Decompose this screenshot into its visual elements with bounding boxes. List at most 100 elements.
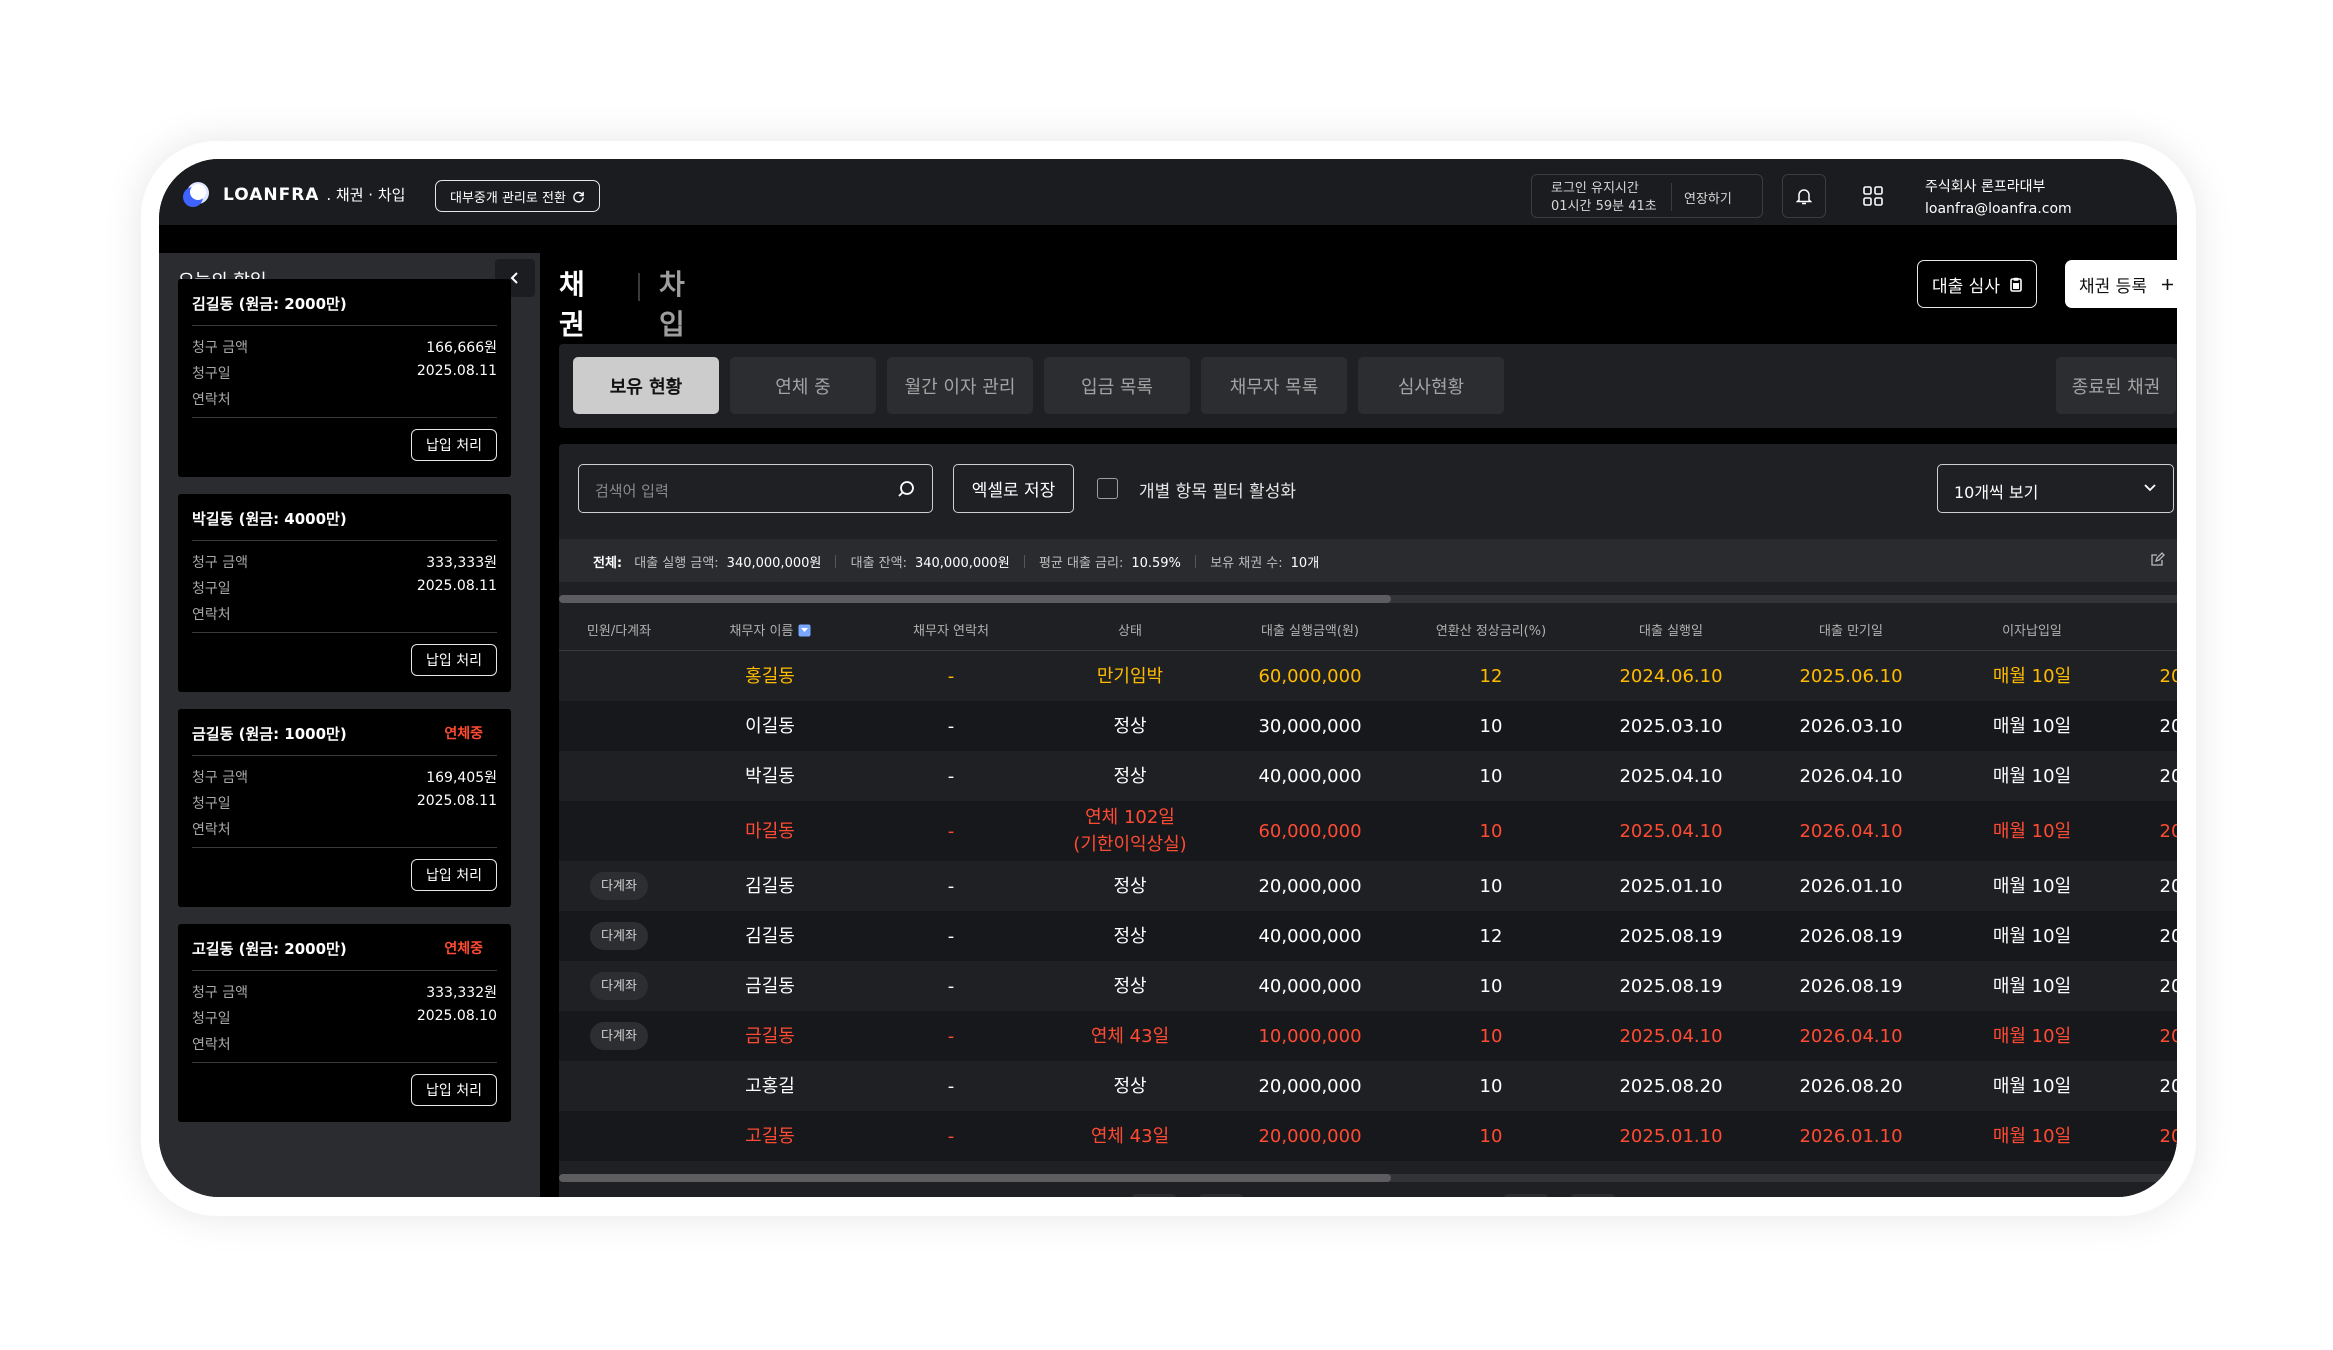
- excel-export-button[interactable]: 엑셀로 저장: [953, 464, 1074, 513]
- table-row[interactable]: 다계좌 김길동 - 정상 20,000,000 10 2025.01.10 2026.01.1…: [559, 861, 2177, 911]
- switch-mode-button[interactable]: 대부중개 관리로 전환: [435, 180, 600, 212]
- pagination-first[interactable]: [1199, 1194, 1243, 1197]
- company-name: 주식회사 론프라대부: [1925, 179, 2046, 195]
- table-row[interactable]: 마길동 - 연체 102일 (기한이익상실) 60,000,000 10 2025.04.1…: [559, 801, 2177, 861]
- card-date: 2025.08.11: [416, 363, 497, 379]
- table-row[interactable]: 다계좌 금길동 - 연체 43일 10,000,000 10 2025.04.10 2026.…: [559, 1011, 2177, 1061]
- loan-status: 만기임박: [1096, 665, 1164, 687]
- maturity-date: 2026.04.10: [1799, 765, 1903, 787]
- col-debtor-contact[interactable]: 채무자 연락처: [871, 620, 1031, 639]
- start-date: 2025.04.10: [1619, 1025, 1723, 1047]
- col-maturity-date[interactable]: 대출 만기일: [1766, 620, 1936, 639]
- table-row[interactable]: 다계좌 김길동 - 정상 40,000,000 12 2025.08.19 2026.08.1…: [559, 911, 2177, 961]
- next-column-cut: 20: [2159, 765, 2177, 787]
- title-borrowing[interactable]: 차입: [659, 263, 685, 343]
- table-scrollbar-bottom[interactable]: [559, 1174, 2177, 1182]
- pagination-next[interactable]: [1571, 1194, 1615, 1197]
- table-row[interactable]: 홍길동 - 만기임박 60,000,000 12 2024.06.10 2025.06.10…: [559, 651, 2177, 701]
- table-row[interactable]: 고홍길 - 정상 20,000,000 10 2025.08.20 2026.08.20 매월…: [559, 1061, 2177, 1111]
- per-page-select[interactable]: 10개씩 보기: [1937, 464, 2174, 513]
- payment-process-button[interactable]: 납입 처리: [411, 859, 497, 891]
- apps-grid-icon[interactable]: [1862, 185, 1884, 207]
- col-start-date[interactable]: 대출 실행일: [1586, 620, 1756, 639]
- card-amount: 333,333원: [426, 555, 497, 571]
- payment-process-button[interactable]: 납입 처리: [411, 1074, 497, 1106]
- multi-account-badge[interactable]: 다계좌: [590, 972, 648, 1000]
- search-input[interactable]: 검색어 입력: [578, 464, 933, 513]
- edit-icon[interactable]: [2150, 552, 2165, 567]
- interest-rate: 12: [1479, 925, 1503, 947]
- summary-rate-label: 평균 대출 금리:: [1038, 556, 1124, 571]
- next-column-cut: 20: [2159, 975, 2177, 997]
- loan-amount: 40,000,000: [1258, 765, 1362, 787]
- maturity-date: 2025.06.10: [1799, 665, 1903, 687]
- multi-account-badge[interactable]: 다계좌: [590, 872, 648, 900]
- register-bond-label: 채권 등록: [2079, 276, 2147, 297]
- notification-button[interactable]: [1782, 174, 1826, 218]
- col-loan-amount[interactable]: 대출 실행금액(원): [1220, 620, 1400, 639]
- filter-checkbox-label[interactable]: 개별 항목 필터 활성화: [1139, 477, 1296, 502]
- card-date-label: 청구일: [192, 366, 231, 382]
- col-status[interactable]: 상태: [1030, 620, 1230, 639]
- tab-deposits[interactable]: 입금 목록: [1044, 357, 1190, 414]
- app-screen: LOANFRA . 채권 · 차입 대부중개 관리로 전환 로그인 유지시간 01…: [159, 159, 2177, 1197]
- interest-day: 매월 10일: [1992, 715, 2072, 737]
- filter-icon[interactable]: [798, 624, 811, 637]
- next-column-cut: 20: [2159, 1025, 2177, 1047]
- loan-amount: 60,000,000: [1258, 665, 1362, 687]
- loan-amount: 30,000,000: [1258, 715, 1362, 737]
- debtor-contact: -: [947, 1075, 955, 1097]
- multi-account-badge[interactable]: 다계좌: [590, 922, 648, 950]
- title-bonds[interactable]: 채권: [556, 263, 588, 344]
- company-info[interactable]: 주식회사 론프라대부 loanfra@loanfra.com: [1925, 176, 2072, 220]
- loan-review-button[interactable]: 대출 심사: [1917, 260, 2037, 308]
- loan-status: 정상: [1113, 975, 1147, 997]
- card-date: 2025.08.11: [416, 793, 497, 809]
- interest-day: 매월 10일: [1992, 1075, 2072, 1097]
- pagination-last[interactable]: [1504, 1194, 1548, 1197]
- tab-monthly-interest[interactable]: 월간 이자 관리: [887, 357, 1033, 414]
- summary-balance-value: 340,000,000원: [914, 556, 1010, 571]
- filter-checkbox[interactable]: [1097, 478, 1118, 499]
- refresh-icon: [573, 191, 584, 202]
- extend-session-button[interactable]: 연장하기: [1684, 188, 1732, 207]
- tab-debtors[interactable]: 채무자 목록: [1201, 357, 1347, 414]
- payment-process-button[interactable]: 납입 처리: [411, 429, 497, 461]
- todo-sidebar: 오늘의 할일 수취4 지급0 김길동 (원금: 2000만) 청구 금액 166…: [159, 253, 540, 1197]
- table-row[interactable]: 박길동 - 정상 40,000,000 10 2025.04.10 2026.04.10 매월…: [559, 751, 2177, 801]
- tab-overdue[interactable]: 연체 중: [730, 357, 876, 414]
- debtor-name: 김길동: [745, 875, 795, 897]
- table-scrollbar-top[interactable]: [559, 595, 2177, 603]
- loan-review-label: 대출 심사: [1932, 276, 2000, 297]
- session-divider: [1671, 183, 1672, 211]
- payment-process-button[interactable]: 납입 처리: [411, 644, 497, 676]
- interest-rate: 10: [1479, 1075, 1503, 1097]
- interest-day: 매월 10일: [1992, 820, 2072, 842]
- multi-account-badge[interactable]: 다계좌: [590, 1022, 648, 1050]
- interest-rate: 10: [1479, 975, 1503, 997]
- interest-rate: 12: [1479, 665, 1503, 687]
- card-divider: [192, 540, 497, 541]
- next-column-cut: 20: [2159, 820, 2177, 842]
- table-row[interactable]: 이길동 - 정상 30,000,000 10 2025.03.10 2026.03.10 매월…: [559, 701, 2177, 751]
- table-row[interactable]: 다계좌 금길동 - 정상 40,000,000 10 2025.08.19 2026.08.1…: [559, 961, 2177, 1011]
- debtor-contact: -: [947, 765, 955, 787]
- table-row[interactable]: 고길동 - 연체 43일 20,000,000 10 2025.01.10 2026.01.…: [559, 1111, 2177, 1161]
- chevron-down-icon: [2144, 484, 2156, 492]
- tab-holdings[interactable]: 보유 현황: [573, 357, 719, 414]
- col-complaint[interactable]: 민원/다계좌: [554, 620, 684, 639]
- maturity-date: 2026.08.19: [1799, 975, 1903, 997]
- card-name: 금길동 (원금: 1000만): [192, 725, 347, 743]
- start-date: 2025.04.10: [1619, 765, 1723, 787]
- col-debtor-name[interactable]: 채무자 이름: [690, 620, 850, 639]
- tab-closed-bonds[interactable]: 종료된 채권: [2056, 357, 2176, 414]
- col-interest-day[interactable]: 이자납입일: [1947, 620, 2117, 639]
- debtor-contact: -: [947, 665, 955, 687]
- register-bond-button[interactable]: 채권 등록: [2065, 260, 2177, 308]
- brand-name[interactable]: LOANFRA . 채권 · 차입: [223, 184, 405, 205]
- col-rate[interactable]: 연환산 정상금리(%): [1401, 620, 1581, 639]
- tab-review-status[interactable]: 심사현황: [1358, 357, 1504, 414]
- pagination-prev[interactable]: [1132, 1194, 1176, 1197]
- maturity-date: 2026.01.10: [1799, 1125, 1903, 1147]
- card-divider: [192, 755, 497, 756]
